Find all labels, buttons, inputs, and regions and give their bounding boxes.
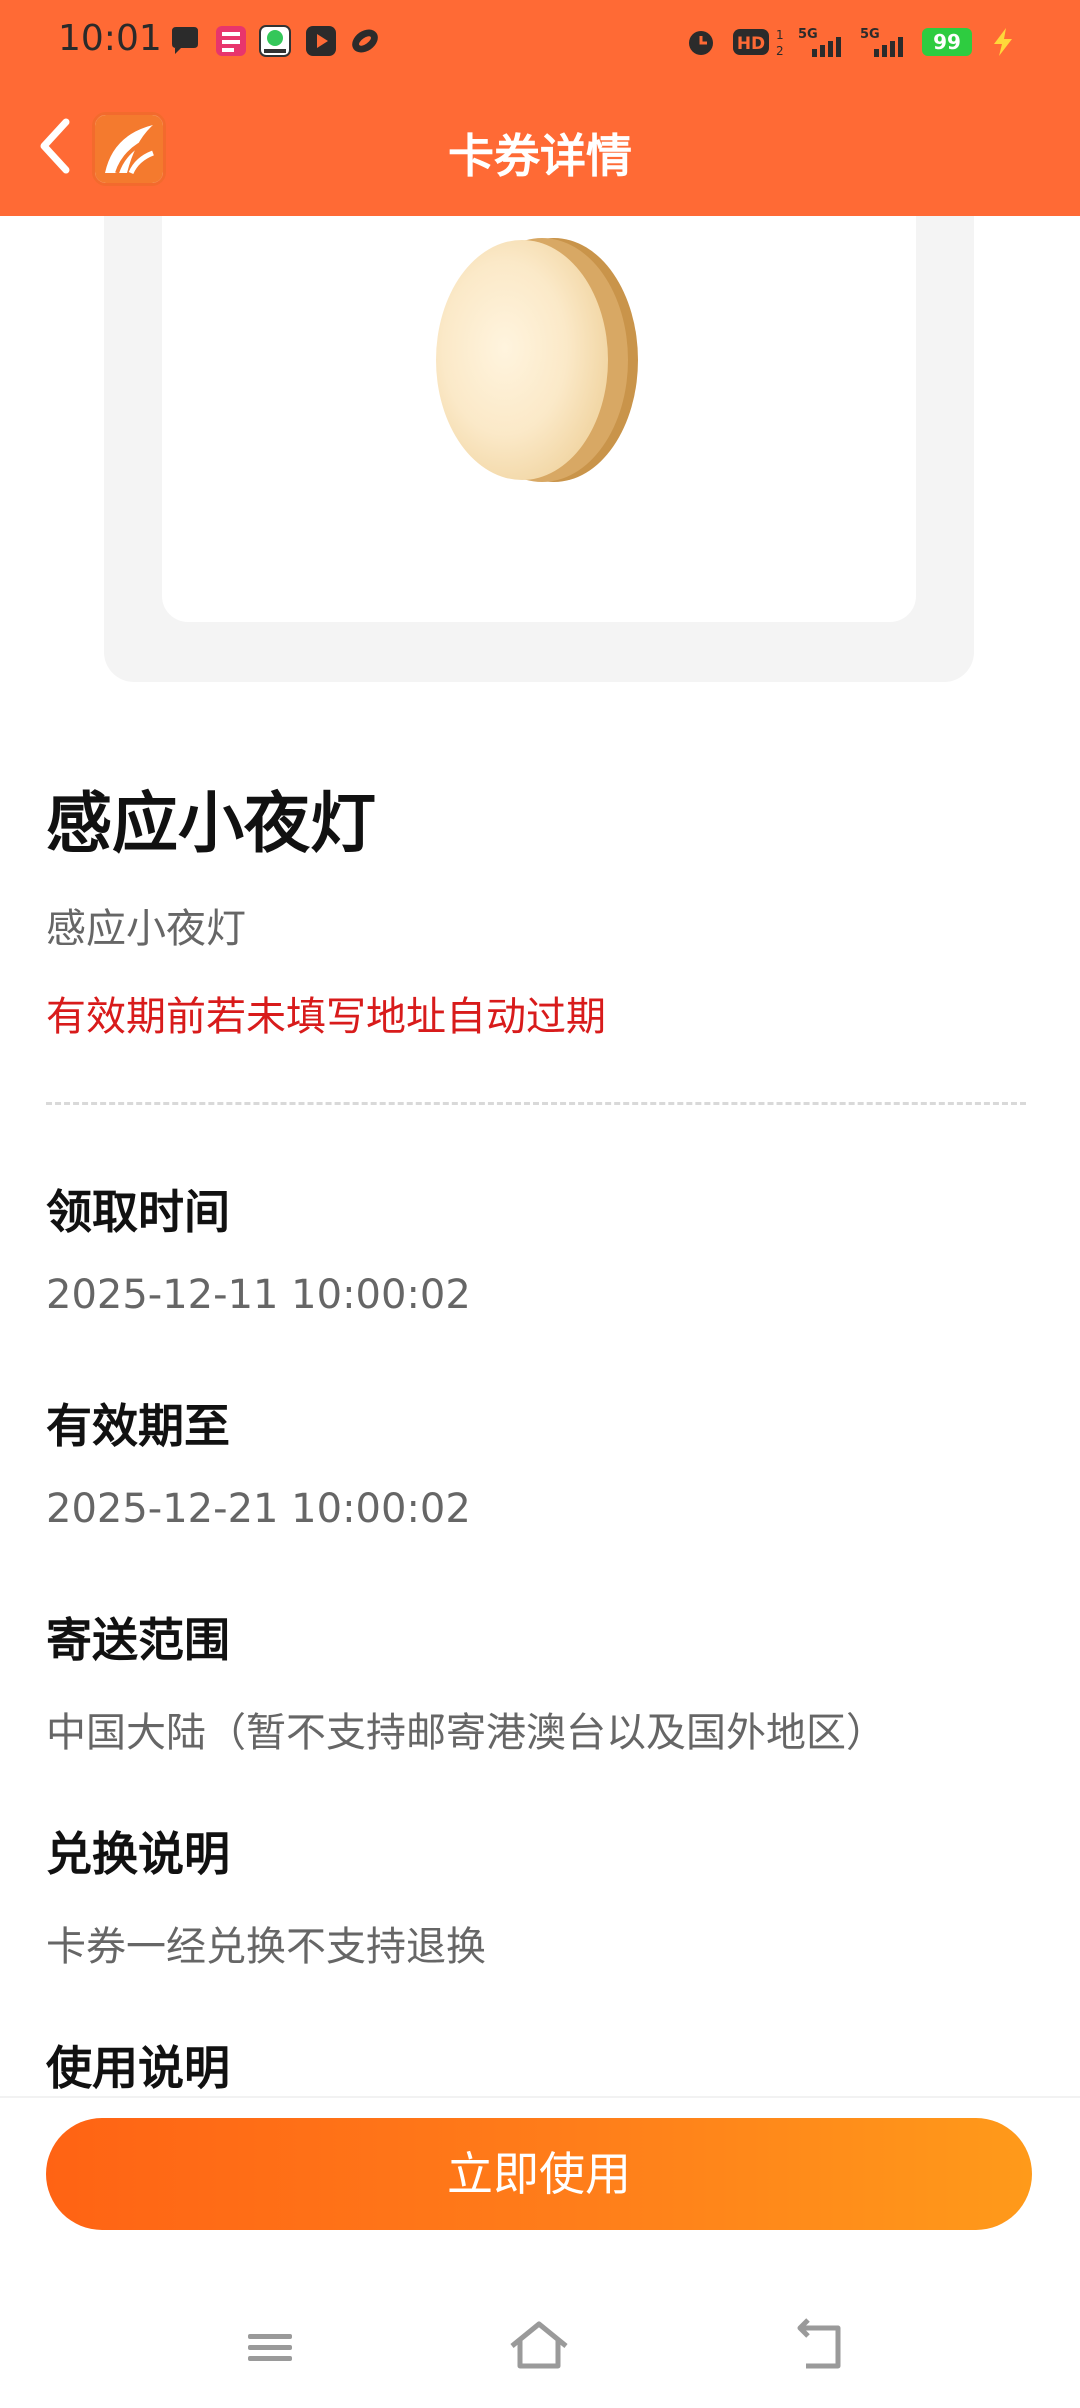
valid-until-value: 2025-12-21 10:00:02 [46,1486,471,1532]
menu-icon[interactable] [234,2312,304,2382]
header-bar: 卡券详情 [0,84,1080,216]
system-icons: HD 1 2 5G 5G 99 [684,22,1020,62]
signal-5g-icon-2: 5G [860,27,903,57]
back-nav-icon[interactable] [786,2312,856,2382]
system-navigation-bar [0,2290,1080,2408]
status-bar: 10:01 HD 1 2 5G 5G 99 [0,0,1080,84]
svg-text:1: 1 [776,28,784,42]
product-title: 感应小夜灯 [46,785,376,862]
status-time: 10:01 [58,18,162,59]
chat-bubble-icon [172,27,198,54]
hd-icon: HD 1 2 [733,28,784,58]
svg-text:5G: 5G [860,27,880,42]
home-icon[interactable] [504,2312,574,2382]
svg-text:2: 2 [776,44,784,58]
charging-icon [994,28,1012,56]
exchange-note-label: 兑换说明 [46,1827,230,1881]
use-now-button[interactable]: 立即使用 [46,2118,1032,2230]
play-icon [306,26,336,56]
svg-text:5G: 5G [798,27,818,42]
dashed-divider [46,1102,1026,1105]
product-subtitle: 感应小夜灯 [46,906,246,952]
alarm-icon [689,31,713,55]
shipping-range-value: 中国大陆（暂不支持邮寄港澳台以及国外地区） [46,1710,886,1756]
card-detail-screen: 10:01 HD 1 2 5G 5G 99 卡券详情 感应小夜灯 感应小夜灯 有… [0,0,1080,2408]
link-icon [352,29,378,53]
usage-note-label: 使用说明 [46,2041,230,2095]
receive-time-label: 领取时间 [46,1185,230,1239]
product-image-card [104,216,974,682]
expiry-warning: 有效期前若未填写地址自动过期 [46,994,606,1040]
battery-icon: 99 [922,28,972,56]
exchange-note-value: 卡券一经兑换不支持退换 [46,1924,486,1970]
top-header-area: 10:01 HD 1 2 5G 5G 99 卡券详情 [0,0,1080,216]
shipping-range-label: 寄送范围 [46,1613,230,1667]
product-image-frame [162,216,916,622]
video-app-icon [259,25,291,57]
page-title: 卡券详情 [448,129,632,183]
valid-until-label: 有效期至 [46,1399,230,1453]
app-notification-icon [216,26,246,56]
svg-text:HD: HD [737,34,765,54]
night-light-image [436,238,638,482]
signal-5g-icon: 5G [798,27,841,57]
receive-time-value: 2025-12-11 10:00:02 [46,1272,471,1318]
